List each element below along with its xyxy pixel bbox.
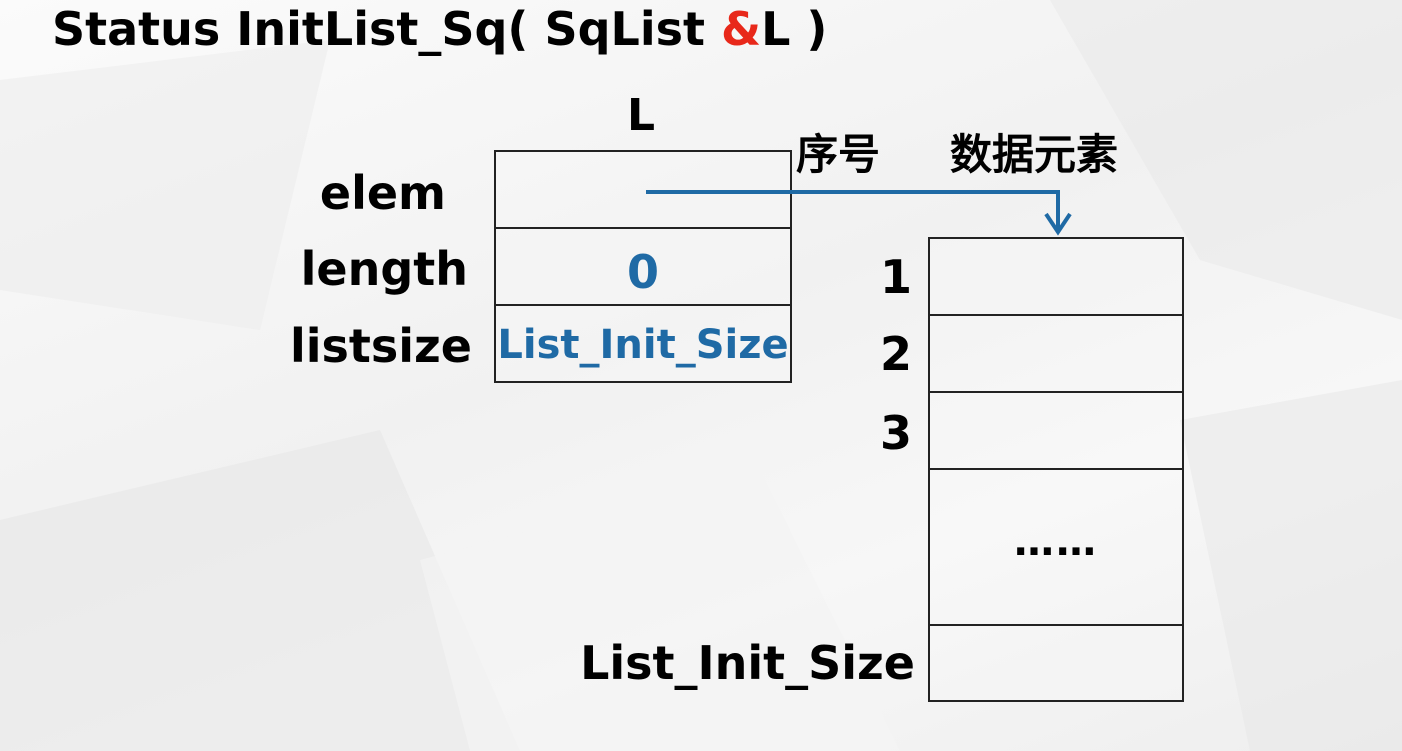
elem-pointer-arrow — [646, 190, 1072, 236]
